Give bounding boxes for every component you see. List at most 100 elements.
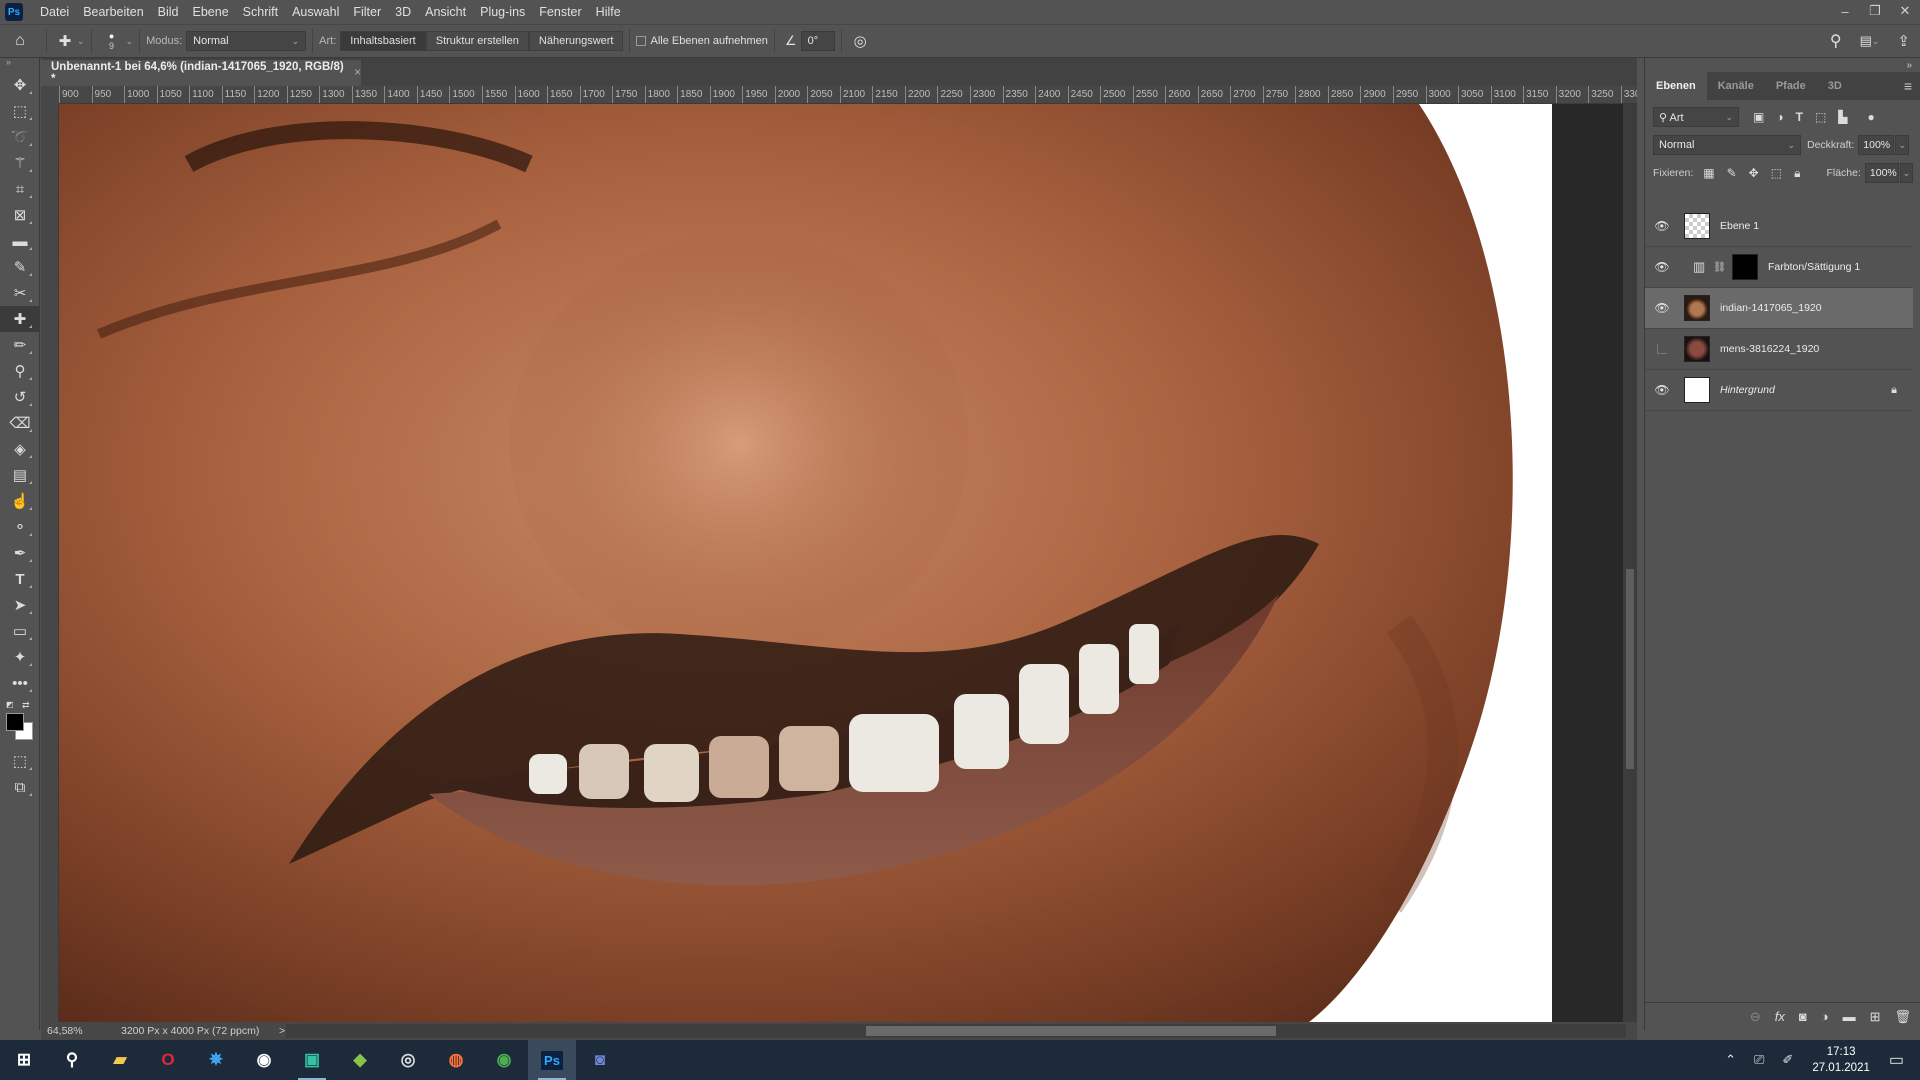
pressure-size-icon[interactable]: ◎ [854, 32, 867, 50]
menu-filter[interactable]: Filter [346, 0, 388, 24]
horizontal-scroll-thumb[interactable] [866, 1026, 1276, 1036]
move-tool[interactable]: ✥ [0, 72, 40, 98]
taskbar-bluestacks[interactable]: ◆ [336, 1040, 384, 1080]
taskbar-owl-app[interactable]: ◎ [384, 1040, 432, 1080]
fill-input[interactable]: 100% [1864, 163, 1899, 183]
taskbar-discord[interactable]: ◙ [576, 1040, 624, 1080]
path-selection-tool[interactable]: ➤ [0, 592, 40, 618]
eraser-tool[interactable]: ⌫ [0, 410, 40, 436]
clone-stamp-tool[interactable]: ⚲ [0, 358, 40, 384]
brush-size-picker[interactable]: ● 9 [102, 31, 122, 51]
smudge-tool[interactable]: ☝ [0, 488, 40, 514]
type-button-2[interactable]: Struktur erstellen [425, 31, 529, 51]
close-button[interactable]: ✕ [1890, 0, 1920, 22]
vertical-ruler[interactable] [41, 104, 59, 1022]
new-layer-icon[interactable]: ⊞ [1870, 1009, 1881, 1025]
ruler-tool[interactable]: ▬ [0, 228, 40, 254]
smart-object-filter-icon[interactable]: ▙ [1838, 110, 1847, 124]
vertical-scrollbar[interactable] [1623, 104, 1637, 1022]
tab-3d[interactable]: 3D [1817, 72, 1853, 100]
sample-all-layers-checkbox[interactable]: Alle Ebenen aufnehmen [636, 35, 768, 47]
menu-bearbeiten[interactable]: Bearbeiten [76, 0, 150, 24]
angle-input[interactable]: 0° [800, 31, 835, 51]
history-brush-tool[interactable]: ↺ [0, 384, 40, 410]
camera-icon[interactable]: ⎚ [1754, 1052, 1764, 1068]
tab-kanäle[interactable]: Kanäle [1707, 72, 1765, 100]
fill-chevron-icon[interactable]: ⌄ [1899, 163, 1913, 183]
pen-icon[interactable]: ✐ [1782, 1052, 1793, 1068]
layer-thumbnail[interactable] [1684, 213, 1710, 239]
visibility-toggle[interactable] [1645, 344, 1679, 354]
screen-mode-button[interactable]: ⧉ [0, 774, 40, 800]
lock-artboard-icon[interactable]: ⬚ [1771, 166, 1782, 180]
document-canvas[interactable] [59, 104, 1552, 1022]
eyedropper-tool[interactable]: ✎ [0, 254, 40, 280]
add-mask-icon[interactable]: ◙ [1799, 1009, 1807, 1024]
pixel-filter-icon[interactable]: ▣ [1753, 110, 1764, 124]
menu-bild[interactable]: Bild [151, 0, 186, 24]
taskbar-opera[interactable]: O [144, 1040, 192, 1080]
type-button-1[interactable]: Inhaltsbasiert [340, 31, 426, 51]
search-icon[interactable]: ⚲ [1830, 31, 1842, 51]
layer-row[interactable]: mens-3816224_1920 [1645, 329, 1913, 370]
lasso-tool[interactable]: ➰ [0, 124, 40, 150]
default-colors-icon[interactable]: ◩ [6, 700, 14, 709]
opacity-input[interactable]: 100% [1858, 135, 1895, 155]
visibility-toggle[interactable]: 👁︎ [1645, 219, 1679, 233]
zoom-level[interactable]: 64,58% [41, 1025, 101, 1037]
filter-toggle-icon[interactable]: ● [1868, 110, 1875, 124]
patch-content-aware-tool[interactable]: ✂ [0, 280, 40, 306]
panel-menu-icon[interactable]: ≡ [1904, 78, 1912, 94]
collapse-panel-icon[interactable]: » [1906, 60, 1912, 71]
horizontal-ruler[interactable]: 900 950 1000 1050 1100 1150 1200 1250 1300 1350 14… [41, 86, 1637, 104]
minimize-button[interactable]: – [1830, 0, 1860, 22]
menu-plug-ins[interactable]: Plug-ins [473, 0, 532, 24]
visibility-toggle[interactable]: 👁︎ [1645, 301, 1679, 315]
paint-bucket-tool[interactable]: ◈ [0, 436, 40, 462]
taskbar-firefox[interactable]: ◍ [432, 1040, 480, 1080]
frame-tool[interactable]: ⊠ [0, 202, 40, 228]
type-filter-icon[interactable]: T [1796, 110, 1803, 124]
tab-ebenen[interactable]: Ebenen [1645, 72, 1707, 100]
layer-row[interactable]: 👁︎ Ebene 1 [1645, 206, 1913, 247]
tool-preset-chevron-icon[interactable]: ⌄ [77, 36, 85, 47]
spot-healing-brush-tool[interactable]: ✚ [0, 306, 40, 332]
menu-ebene[interactable]: Ebene [186, 0, 236, 24]
taskbar-battle-net[interactable]: ✵ [192, 1040, 240, 1080]
mode-select[interactable]: Normal ⌄ [186, 31, 307, 51]
more-tools[interactable]: ••• [0, 670, 40, 696]
foreground-color-swatch[interactable] [6, 713, 24, 731]
layer-thumbnail[interactable] [1684, 377, 1710, 403]
quick-mask-button[interactable]: ⬚ [0, 748, 40, 774]
collapse-icon[interactable]: » [0, 58, 39, 67]
menu-3d[interactable]: 3D [388, 0, 418, 24]
new-group-icon[interactable]: ▬ [1843, 1009, 1856, 1024]
lock-transparent-icon[interactable]: ▦ [1703, 166, 1714, 180]
menu-datei[interactable]: Datei [33, 0, 76, 24]
vertical-scroll-thumb[interactable] [1626, 569, 1634, 769]
status-menu-arrow[interactable]: > [279, 1025, 285, 1037]
layer-thumbnail[interactable] [1684, 295, 1710, 321]
magic-wand-tool[interactable]: ⚚ [0, 150, 40, 176]
lock-all-icon[interactable]: 🔒︎ [1794, 166, 1800, 181]
taskbar-start[interactable]: ⊞ [0, 1040, 48, 1080]
opacity-chevron-icon[interactable]: ⌄ [1895, 135, 1910, 155]
clock[interactable]: 17:13 27.01.2021 [1812, 1044, 1870, 1076]
crop-tool[interactable]: ⌗ [0, 176, 40, 202]
home-icon[interactable]: ⌂ [0, 32, 40, 50]
visibility-toggle[interactable]: 👁︎ [1645, 383, 1679, 397]
workspace-icon[interactable]: ▤ ⌄ [1860, 33, 1880, 49]
share-icon[interactable]: ⇪ [1897, 32, 1910, 50]
brush-tool[interactable]: ✏ [0, 332, 40, 358]
menu-schrift[interactable]: Schrift [236, 0, 285, 24]
type-tool[interactable]: T [0, 566, 40, 592]
dodge-tool[interactable]: ⚬ [0, 514, 40, 540]
type-button-3[interactable]: Näherungswert [528, 31, 624, 51]
ruler-origin[interactable] [41, 86, 59, 104]
tray-expand-icon[interactable]: ⌃ [1725, 1052, 1736, 1068]
taskbar-obs[interactable]: ◉ [240, 1040, 288, 1080]
spot-healing-brush-icon[interactable]: ✚ [53, 32, 77, 50]
taskbar-search[interactable]: ⚲ [48, 1040, 96, 1080]
horizontal-scrollbar[interactable] [286, 1024, 1626, 1038]
layer-row[interactable]: 👁︎ ▥ ⛓ Farbton/Sättigung 1 [1645, 247, 1913, 288]
